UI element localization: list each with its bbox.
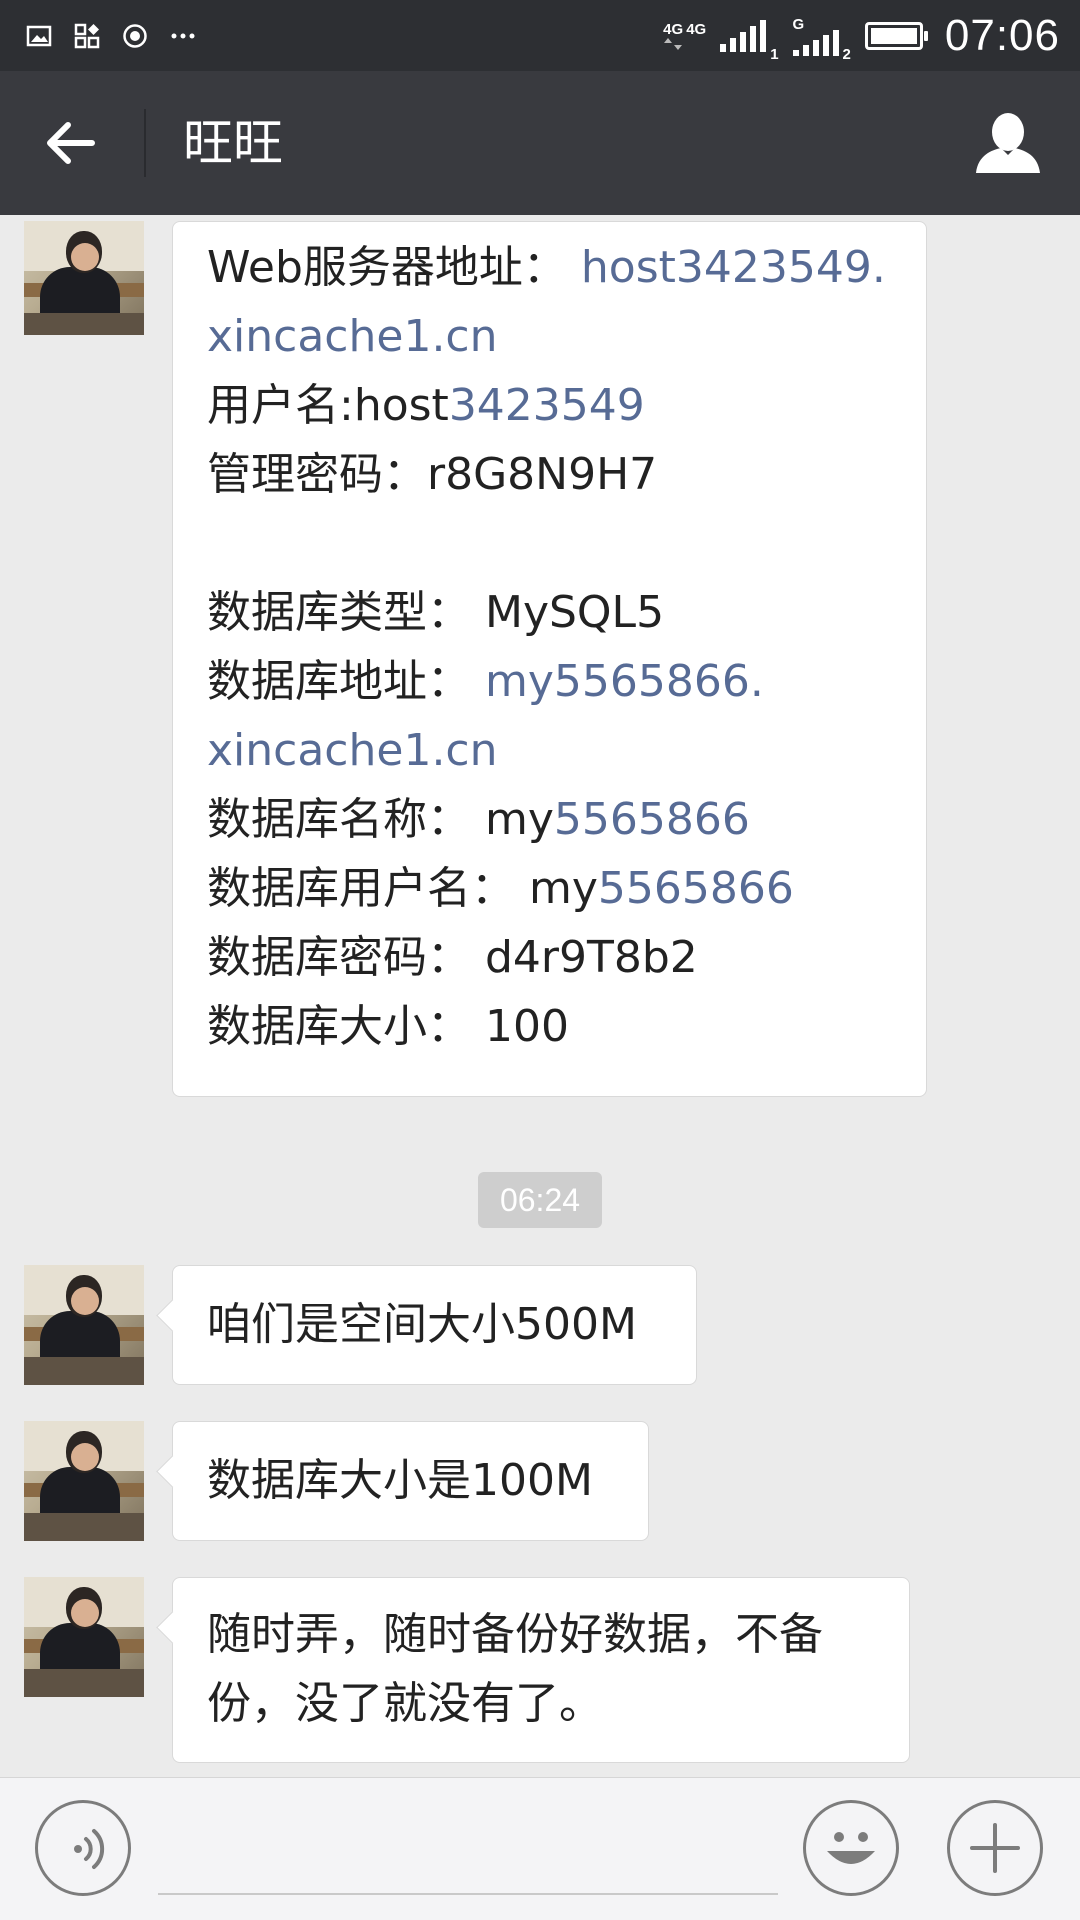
link-text[interactable]: my5565866. — [485, 656, 764, 707]
sender-avatar[interactable] — [24, 1577, 144, 1697]
chat-title: 旺旺 — [183, 114, 283, 172]
signal-strength-sim1-icon — [720, 20, 767, 52]
link-text[interactable]: 5565866 — [598, 863, 794, 914]
message-line: 数据库类型： MySQL5 — [207, 587, 665, 638]
link-text[interactable]: 3423549 — [449, 380, 645, 431]
status-bar: 4G 4G 1 G 2 07:06 — [0, 0, 1080, 71]
image-notification-icon — [26, 25, 52, 47]
record-notification-icon — [123, 24, 147, 48]
message-line: 数据库用户名： my5565866 — [207, 863, 794, 914]
message-line: 数据库密码： d4r9T8b2 — [207, 932, 698, 983]
message-line: xincache1.cn — [207, 302, 892, 371]
link-text[interactable]: 5565866 — [554, 794, 750, 845]
message-line: xincache1.cn — [207, 716, 892, 785]
more-notifications-icon — [171, 33, 195, 39]
person-icon[interactable] — [974, 111, 1042, 175]
chat-screen: 4G 4G 1 G 2 07:06 旺旺 Web服务器地址： host34235… — [0, 0, 1080, 1920]
data-transfer-icon — [664, 37, 683, 50]
smiley-icon — [827, 1832, 875, 1864]
network-type-labels: 4G 4G — [663, 22, 706, 51]
message-input[interactable] — [158, 1893, 778, 1895]
message-line: 份，没了就没有了。 — [207, 1678, 603, 1729]
message-text: 数据库大小是100M — [207, 1455, 593, 1506]
message-text: 咱们是空间大小500M — [207, 1299, 637, 1350]
message-line: 数据库地址： my5565866. — [207, 656, 764, 707]
message-bubble-server-info[interactable]: Web服务器地址： host3423549. xincache1.cn 用户名:… — [172, 221, 927, 1097]
voice-button[interactable] — [35, 1800, 131, 1896]
timestamp-divider: 06:24 — [478, 1172, 602, 1228]
sim2-label: 2 — [842, 46, 851, 63]
link-text[interactable]: host3423549. — [581, 242, 886, 293]
header-divider — [144, 109, 146, 177]
message-bubble[interactable]: 数据库大小是100M — [172, 1421, 649, 1541]
more-actions-button[interactable] — [947, 1800, 1043, 1896]
notification-icons — [26, 18, 196, 54]
arrow-left-icon[interactable] — [40, 113, 100, 173]
message-bubble[interactable]: 随时弄，随时备份好数据，不备 份，没了就没有了。 — [172, 1577, 910, 1763]
message-line: 用户名:host3423549 — [207, 380, 645, 431]
emoji-button[interactable] — [803, 1800, 899, 1896]
message-line: Web服务器地址： host3423549. — [207, 242, 886, 293]
message-line: 数据库名称： my5565866 — [207, 794, 750, 845]
plus-icon — [970, 1823, 1020, 1873]
message-list[interactable]: Web服务器地址： host3423549. xincache1.cn 用户名:… — [0, 215, 1080, 1777]
battery-icon — [864, 22, 928, 50]
sender-avatar[interactable] — [24, 221, 144, 335]
status-clock: 07:06 — [944, 11, 1060, 60]
chat-header: 旺旺 — [0, 71, 1080, 215]
link-text[interactable]: xincache1.cn — [207, 725, 498, 776]
apps-notification-icon — [74, 23, 100, 49]
network-type-1: 4G — [663, 20, 684, 38]
message-bubble[interactable]: 咱们是空间大小500M — [172, 1265, 697, 1385]
voice-icon — [74, 1829, 105, 1869]
sim1-label: 1 — [770, 46, 779, 63]
message-line: 管理密码：r8G8N9H7 — [207, 449, 658, 500]
message-line: 随时弄，随时备份好数据，不备 — [207, 1609, 823, 1660]
input-bar — [0, 1777, 1080, 1920]
message-line: 数据库大小： 100 — [207, 1001, 569, 1052]
signal-strength-sim2-icon — [792, 29, 839, 56]
sender-avatar[interactable] — [24, 1265, 144, 1385]
system-status: 4G 4G 1 G 2 07:06 — [663, 10, 1060, 62]
sender-avatar[interactable] — [24, 1421, 144, 1541]
network-type-2: 4G — [686, 20, 707, 38]
link-text[interactable]: xincache1.cn — [207, 311, 498, 362]
